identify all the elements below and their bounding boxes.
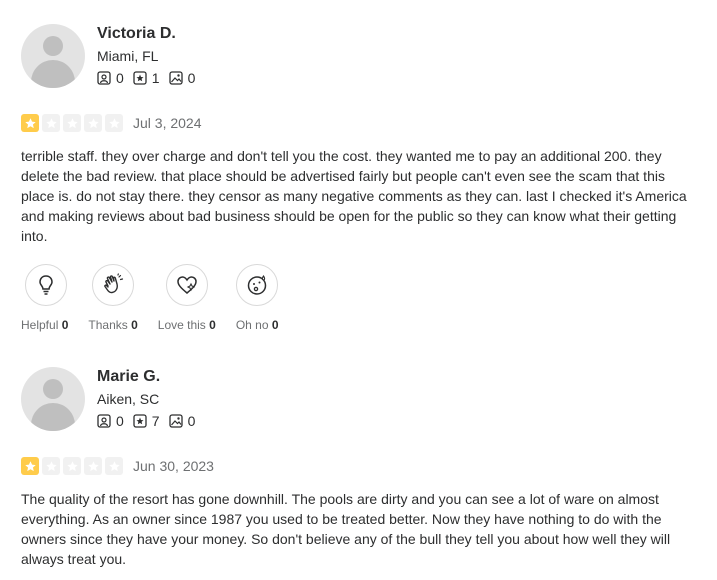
- oh-no-button[interactable]: [236, 264, 279, 306]
- thanks-label: Thanks 0: [88, 318, 138, 332]
- star-icon: [21, 457, 39, 475]
- avatar[interactable]: [21, 367, 85, 431]
- lightbulb-icon: [39, 275, 53, 295]
- friends-count: 0: [116, 413, 124, 429]
- review-date: Jun 30, 2023: [133, 458, 214, 474]
- clapping-hand-icon: [104, 273, 124, 294]
- photo-icon: [168, 71, 183, 85]
- reaction-helpful[interactable]: Helpful 0: [21, 264, 68, 332]
- oh-no-label: Oh no 0: [235, 318, 279, 332]
- heart-icon: [177, 276, 197, 294]
- review-star-icon: [133, 71, 147, 85]
- friends-count: 0: [116, 70, 124, 86]
- reviews-count: 7: [151, 413, 160, 429]
- friends-icon: [97, 71, 111, 85]
- love-this-button[interactable]: [165, 264, 208, 306]
- avatar[interactable]: [21, 24, 85, 88]
- avatar-body-shape: [31, 403, 75, 431]
- reaction-oh-no[interactable]: Oh no 0: [236, 264, 279, 332]
- star-icon: [84, 457, 102, 475]
- stat-photos: 0: [168, 70, 196, 86]
- user-name[interactable]: Victoria D.: [97, 25, 176, 43]
- star-icon: [42, 457, 60, 475]
- user-stats: 0 7 0: [97, 413, 204, 429]
- stat-photos: 0: [168, 413, 196, 429]
- stat-reviews: 7: [133, 413, 160, 429]
- star-icon: [105, 457, 123, 475]
- avatar-head-shape: [43, 36, 63, 56]
- reaction-bar: Helpful 0 Thanks 0 Love this 0 Oh no 0: [21, 264, 299, 332]
- star-icon: [21, 114, 39, 132]
- helpful-button[interactable]: [25, 264, 67, 306]
- review-card: Marie G. Aiken, SC 0 7 0 Jun 30, 2023 Th…: [21, 367, 691, 567]
- rating-row: Jun 30, 2023: [21, 457, 214, 475]
- star-icon: [63, 114, 81, 132]
- user-location: Aiken, SC: [97, 391, 160, 407]
- rating-row: Jul 3, 2024: [21, 114, 202, 132]
- surprised-face-icon: [247, 275, 267, 295]
- user-stats: 0 1 0: [97, 70, 204, 86]
- reaction-thanks[interactable]: Thanks 0: [88, 264, 138, 332]
- photos-count: 0: [187, 413, 196, 429]
- star-icon: [63, 457, 81, 475]
- thanks-button[interactable]: [92, 264, 135, 306]
- star-icon: [84, 114, 102, 132]
- photos-count: 0: [187, 70, 196, 86]
- star-rating: [21, 114, 126, 132]
- friends-icon: [97, 414, 111, 428]
- photo-icon: [168, 414, 183, 428]
- review-header: Marie G. Aiken, SC 0 7 0: [21, 367, 691, 431]
- review-star-icon: [133, 414, 147, 428]
- review-card: Victoria D. Miami, FL 0 1 0 Jul 3, 2024 …: [21, 24, 691, 332]
- stat-reviews: 1: [133, 70, 160, 86]
- reaction-love[interactable]: Love this 0: [158, 264, 216, 332]
- reviews-count: 1: [151, 70, 160, 86]
- avatar-body-shape: [31, 60, 75, 88]
- review-text: The quality of the resort has gone downh…: [21, 491, 671, 567]
- review-date: Jul 3, 2024: [133, 115, 202, 131]
- user-name[interactable]: Marie G.: [97, 368, 160, 386]
- star-icon: [105, 114, 123, 132]
- avatar-head-shape: [43, 379, 63, 399]
- review-text: terrible staff. they over charge and don…: [21, 148, 687, 244]
- love-this-label: Love this 0: [157, 318, 216, 332]
- star-icon: [42, 114, 60, 132]
- star-rating: [21, 457, 126, 475]
- user-location: Miami, FL: [97, 48, 159, 64]
- review-header: Victoria D. Miami, FL 0 1 0: [21, 24, 691, 88]
- helpful-label: Helpful 0: [21, 318, 69, 332]
- stat-friends: 0: [97, 70, 124, 86]
- stat-friends: 0: [97, 413, 124, 429]
